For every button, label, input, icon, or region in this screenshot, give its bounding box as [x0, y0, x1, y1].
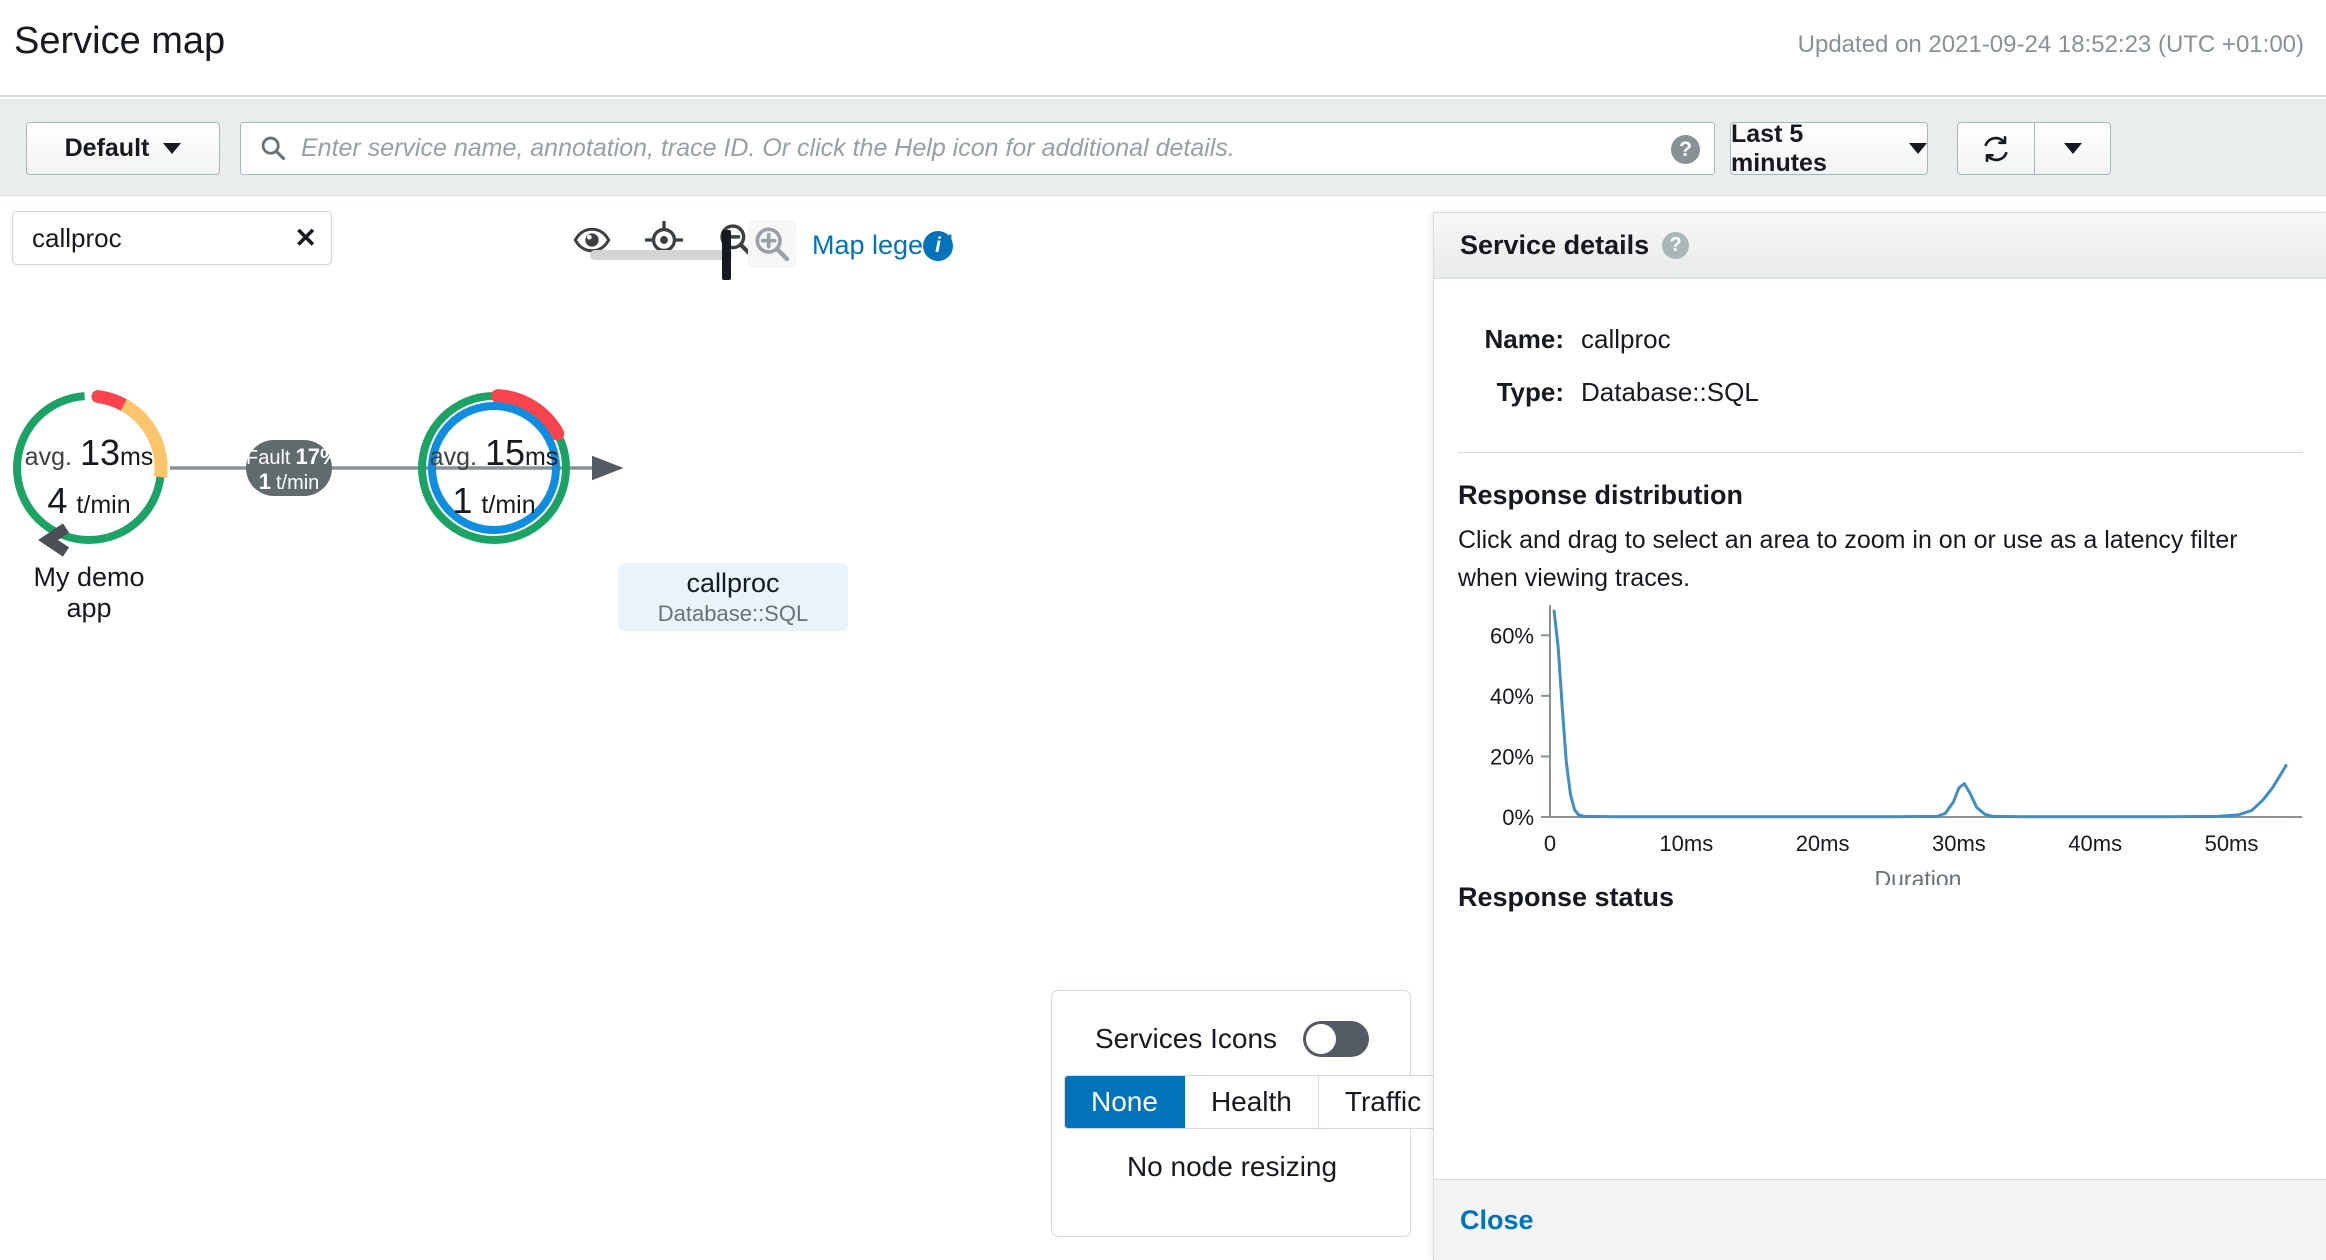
node-avg-latency: avg. 15ms	[429, 432, 559, 473]
page-title: Service map	[14, 20, 226, 62]
zoom-slider-track[interactable]	[590, 250, 732, 260]
close-x-icon[interactable]: ✕	[294, 223, 317, 253]
svg-text:60%: 60%	[1490, 623, 1534, 648]
page-header: Service map Updated on 2021-09-24 18:52:…	[0, 0, 2326, 97]
detail-value: Database::SQL	[1581, 377, 1759, 407]
panel-title: Service details	[1460, 230, 1650, 260]
svg-text:40%: 40%	[1490, 684, 1534, 709]
search-toolbar: Default ? Last 5 minutes	[0, 99, 2326, 196]
response-distribution-chart[interactable]: 0% 20% 40% 60% 0 10ms 20ms 30ms 40ms 50ms Duration	[1458, 595, 2303, 885]
node-filter-input[interactable]	[30, 212, 268, 264]
node-resize-status: No node resizing	[1126, 1151, 1338, 1182]
node-inbound-arrow-icon	[38, 523, 70, 557]
svg-text:0%: 0%	[1502, 805, 1534, 830]
mode-button-traffic[interactable]: Traffic	[1318, 1076, 1448, 1128]
chevron-down-icon	[1909, 143, 1927, 154]
svg-text:30ms: 30ms	[1932, 831, 1986, 856]
svg-text:50ms: 50ms	[2205, 831, 2259, 856]
map-settings-card: Services Icons None Health Traffic No no…	[1051, 990, 1449, 1237]
zoom-slider-thumb[interactable]	[722, 230, 731, 280]
service-details-panel: Service details ? Name: callproc Type: D…	[1433, 212, 2326, 1260]
help-icon[interactable]: ?	[1671, 135, 1700, 164]
refresh-options-button[interactable]	[2034, 123, 2110, 174]
info-circle-icon[interactable]: i	[923, 231, 953, 261]
refresh-icon	[1984, 135, 2008, 162]
node-traffic-rate: 4 t/min	[47, 480, 131, 521]
response-status-heading: Response status	[1458, 882, 1675, 912]
node-traffic-rate: 1 t/min	[452, 480, 536, 521]
refresh-button[interactable]	[1958, 123, 2034, 174]
services-icons-toggle[interactable]	[1303, 1021, 1370, 1057]
search-icon	[259, 134, 287, 162]
svg-text:Duration: Duration	[1875, 866, 1962, 885]
response-distribution-description: Click and drag to select an area to zoom…	[1458, 526, 2238, 592]
updated-timestamp: Updated on 2021-09-24 18:52:23 (UTC +01:…	[1797, 31, 2304, 58]
time-range-dropdown[interactable]: Last 5 minutes	[1730, 119, 1928, 177]
chevron-down-icon	[2063, 143, 2082, 154]
node-filter-field[interactable]: ✕	[12, 211, 332, 265]
detail-key: Name:	[1484, 324, 1564, 354]
svg-text:20%: 20%	[1490, 744, 1534, 769]
response-distribution-heading: Response distribution	[1458, 480, 1744, 510]
edge-badge-rate: 1 t/min	[258, 469, 320, 494]
node-label-type: Database::SQL	[657, 600, 809, 626]
chevron-down-icon	[163, 143, 182, 154]
service-details-header: Service details ?	[1434, 213, 2326, 279]
filter-preset-dropdown[interactable]: Default	[26, 122, 220, 175]
time-range-label: Last 5 minutes	[1731, 119, 1827, 177]
zoom-in-button[interactable]	[748, 220, 796, 268]
mode-button-none[interactable]: None	[1065, 1076, 1185, 1128]
service-details-footer: Close	[1434, 1179, 2326, 1260]
node-label-name: callproc	[686, 567, 780, 598]
search-input[interactable]	[299, 123, 1639, 174]
divider	[1458, 452, 2303, 453]
detail-value: callproc	[1581, 324, 1671, 354]
detail-row-name: Name: callproc	[1458, 324, 1671, 355]
refresh-button-group	[1957, 122, 2111, 175]
node-label-my-demo-app[interactable]: My demo app	[9, 562, 169, 624]
filter-preset-label: Default	[64, 134, 150, 162]
detail-row-type: Type: Database::SQL	[1458, 377, 1759, 408]
map-controls-bar: ✕	[0, 198, 1430, 290]
mode-button-health[interactable]: Health	[1184, 1076, 1319, 1128]
svg-text:0: 0	[1544, 831, 1556, 856]
node-avg-latency: avg. 13ms	[24, 432, 154, 473]
search-bar[interactable]: ?	[240, 122, 1715, 175]
services-icons-row: Services Icons	[1052, 1021, 1412, 1057]
magnifier-plus-icon	[755, 227, 790, 262]
node-label-callproc[interactable]: callproc Database::SQL	[618, 563, 848, 631]
svg-text:20ms: 20ms	[1796, 831, 1850, 856]
detail-key: Type:	[1496, 377, 1564, 407]
service-details-body: Name: callproc Type: Database::SQL Respo…	[1434, 280, 2326, 1193]
toggle-knob	[1306, 1024, 1337, 1054]
svg-text:40ms: 40ms	[2068, 831, 2122, 856]
node-size-mode-group: None Health Traffic	[1064, 1075, 1449, 1129]
svg-text:10ms: 10ms	[1659, 831, 1713, 856]
services-icons-label: Services Icons	[1094, 1023, 1278, 1054]
help-icon[interactable]: ?	[1662, 232, 1690, 259]
graph-node-my-demo-app[interactable]	[10, 389, 168, 557]
close-button[interactable]: Close	[1460, 1205, 1534, 1236]
edge-badge-fault: Fault 17%	[246, 444, 340, 469]
